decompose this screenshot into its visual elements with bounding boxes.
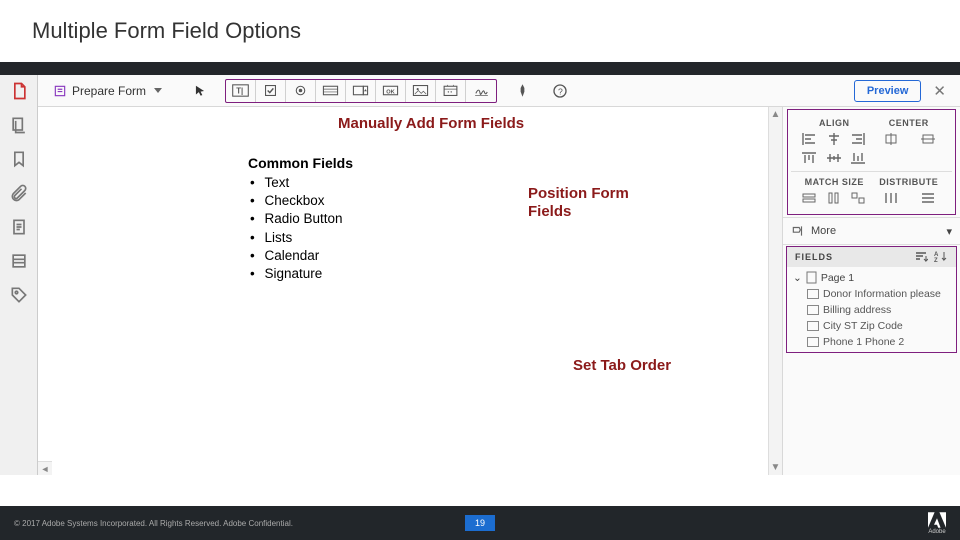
add-radio-button[interactable] — [286, 80, 316, 102]
left-nav-rail — [0, 75, 38, 475]
help-icon[interactable]: ? — [547, 83, 573, 99]
chevron-down-icon: ▾ — [946, 225, 952, 238]
sort-order-icon[interactable] — [914, 250, 928, 264]
collapse-icon[interactable]: ⌄ — [793, 272, 802, 284]
form-field-toolset: T| OK — [225, 79, 497, 103]
slide-number: 19 — [465, 515, 495, 531]
slide-title: Multiple Form Field Options — [32, 18, 301, 44]
slide-footer: © 2017 Adobe Systems Incorporated. All R… — [0, 506, 960, 540]
document-area: Prepare Form T| OK ? Preview ✕ — [38, 75, 960, 475]
callout-heading: Manually Add Form Fields — [338, 115, 548, 133]
callout-subheading: Common Fields — [248, 155, 478, 171]
svg-text:T|: T| — [236, 86, 243, 95]
center-v-icon[interactable] — [919, 131, 937, 147]
more-row[interactable]: More ▾ — [783, 217, 960, 245]
page-node[interactable]: ⌄Page 1 — [787, 269, 956, 286]
fields-panel: FIELDS AZ ⌄Page 1 Donor Information plea… — [786, 246, 957, 353]
distribute-h-icon[interactable] — [882, 190, 900, 206]
vertical-scrollbar[interactable]: ▲ ▼ — [768, 107, 782, 475]
callout-tab-order: Set Tab Order — [573, 357, 693, 377]
keep-tool-icon[interactable] — [509, 83, 535, 98]
prepare-form-dropdown[interactable]: Prepare Form — [44, 79, 171, 103]
pages-icon[interactable] — [9, 115, 29, 135]
alignment-panel: ALIGNCENTER — [787, 109, 956, 215]
text-field-icon — [807, 289, 819, 299]
match-size-label: MATCH SIZE — [797, 177, 872, 187]
selection-tool-icon[interactable] — [189, 83, 211, 99]
dark-band — [0, 62, 960, 75]
center-h-icon[interactable] — [882, 131, 900, 147]
callout-heading: Position Form Fields — [528, 185, 668, 221]
text-field-icon — [807, 321, 819, 331]
callout-list: Text Checkbox Radio Button Lists Calenda… — [248, 174, 478, 283]
page-pane: Manually Add Form Fields Common Fields T… — [38, 107, 768, 475]
add-ok-button[interactable]: OK — [376, 80, 406, 102]
add-date-button[interactable] — [436, 80, 466, 102]
list-item: Lists — [248, 229, 478, 247]
fields-label: FIELDS — [795, 252, 833, 262]
list-item: Signature — [248, 265, 478, 283]
align-top-icon[interactable] — [800, 150, 818, 166]
align-center-h-icon[interactable] — [825, 131, 843, 147]
document-canvas: Manually Add Form Fields Common Fields T… — [38, 107, 960, 475]
callout-manually-add: Manually Add Form Fields — [338, 115, 548, 135]
add-list-button[interactable] — [346, 80, 376, 102]
attachment-icon[interactable] — [9, 183, 29, 203]
match-width-icon[interactable] — [800, 190, 818, 206]
callout-position: Position Form Fields — [528, 185, 668, 223]
field-item[interactable]: City ST Zip Code — [787, 318, 956, 334]
text-field-icon — [807, 337, 819, 347]
adobe-logo: Adobe — [928, 512, 946, 535]
prepare-form-label: Prepare Form — [72, 84, 146, 98]
distribute-v-icon[interactable] — [919, 190, 937, 206]
page-thumbnails-icon[interactable] — [9, 81, 29, 101]
document-icon[interactable] — [9, 217, 29, 237]
scroll-up-icon[interactable]: ▲ — [769, 109, 782, 120]
layers-icon[interactable] — [9, 251, 29, 271]
preview-button[interactable]: Preview — [854, 80, 922, 102]
center-label: CENTER — [872, 118, 947, 128]
align-label: ALIGN — [797, 118, 872, 128]
svg-text:OK: OK — [386, 89, 395, 95]
svg-text:?: ? — [558, 86, 563, 96]
app-screenshot: Prepare Form T| OK ? Preview ✕ — [0, 75, 960, 475]
list-item: Radio Button — [248, 210, 478, 228]
align-right-icon[interactable] — [849, 131, 867, 147]
match-both-icon[interactable] — [849, 190, 867, 206]
add-text-field-button[interactable]: T| — [226, 80, 256, 102]
scroll-down-icon[interactable]: ▼ — [769, 462, 782, 473]
align-middle-icon[interactable] — [825, 150, 843, 166]
list-item: Checkbox — [248, 192, 478, 210]
field-item[interactable]: Billing address — [787, 302, 956, 318]
sort-az-icon[interactable]: AZ — [934, 250, 948, 264]
form-toolbar: Prepare Form T| OK ? Preview ✕ — [38, 75, 960, 107]
distribute-label: DISTRIBUTE — [872, 177, 947, 187]
chevron-down-icon — [154, 88, 162, 93]
more-label: More — [811, 225, 836, 237]
align-bottom-icon[interactable] — [849, 150, 867, 166]
bookmark-icon[interactable] — [9, 149, 29, 169]
callout-common-fields: Common Fields Text Checkbox Radio Button… — [248, 151, 478, 283]
copyright-text: © 2017 Adobe Systems Incorporated. All R… — [14, 519, 293, 528]
scroll-left-icon[interactable]: ◄ — [38, 461, 52, 475]
field-item[interactable]: Phone 1 Phone 2 — [787, 334, 956, 350]
add-image-button[interactable] — [406, 80, 436, 102]
tag-icon[interactable] — [9, 285, 29, 305]
close-icon[interactable]: ✕ — [933, 82, 946, 100]
add-combo-button[interactable] — [316, 80, 346, 102]
right-properties-pane: ALIGNCENTER — [782, 107, 960, 475]
add-signature-button[interactable] — [466, 80, 496, 102]
add-checkbox-button[interactable] — [256, 80, 286, 102]
callout-heading: Set Tab Order — [573, 357, 693, 375]
field-item[interactable]: Donor Information please — [787, 286, 956, 302]
match-height-icon[interactable] — [825, 190, 843, 206]
list-item: Calendar — [248, 247, 478, 265]
list-item: Text — [248, 174, 478, 192]
slide-title-bar: Multiple Form Field Options — [0, 0, 960, 62]
svg-text:Z: Z — [934, 258, 939, 262]
align-left-icon[interactable] — [800, 131, 818, 147]
text-field-icon — [807, 305, 819, 315]
fields-header: FIELDS AZ — [787, 247, 956, 267]
fields-tree: ⌄Page 1 Donor Information please Billing… — [787, 267, 956, 352]
